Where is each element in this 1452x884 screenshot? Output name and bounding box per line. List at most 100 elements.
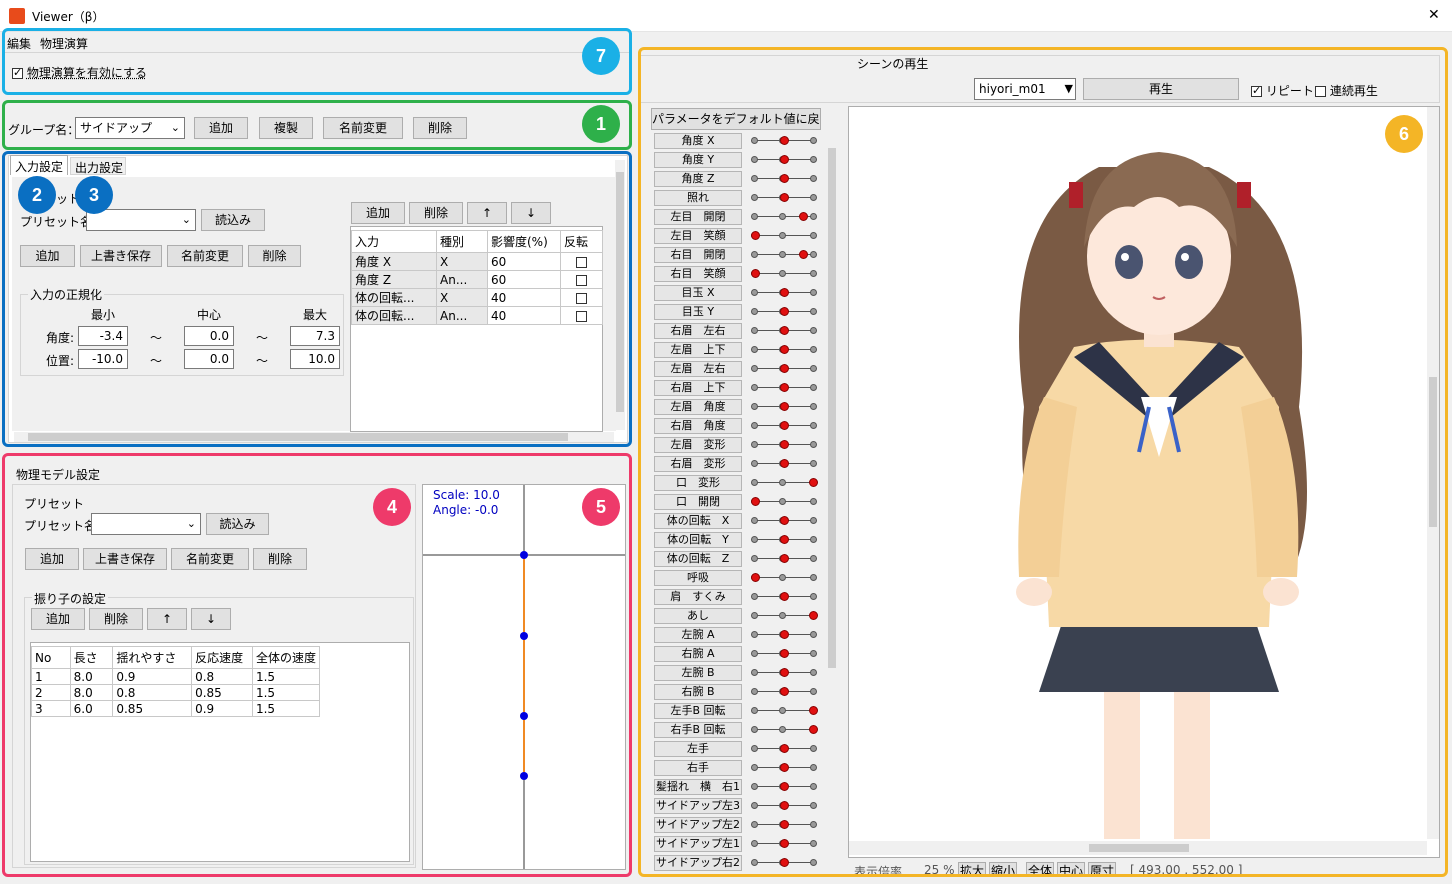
tab-output[interactable]: 出力設定 — [70, 157, 126, 175]
slider-knob[interactable] — [780, 535, 789, 544]
table-row[interactable]: 2 8.0 0.8 0.85 1.5 — [31, 684, 321, 701]
slider-knob[interactable] — [780, 649, 789, 658]
cell[interactable]: 3 — [31, 700, 71, 717]
slider-knob[interactable] — [780, 383, 789, 392]
param-slider[interactable] — [751, 817, 817, 833]
input-cell[interactable]: 角度 X — [351, 252, 437, 271]
param-slider[interactable] — [751, 570, 817, 586]
slider-knob[interactable] — [751, 573, 760, 582]
param-slider[interactable] — [751, 456, 817, 472]
cell[interactable]: 8.0 — [69, 684, 114, 701]
reset-params-button[interactable]: パラメータをデフォルト値に戻す — [651, 108, 821, 130]
group-rename-button[interactable]: 名前変更 — [323, 117, 403, 139]
slider-knob[interactable] — [809, 725, 818, 734]
param-slider[interactable] — [751, 646, 817, 662]
pendulum-delete-button[interactable]: 削除 — [89, 608, 143, 630]
slider-knob[interactable] — [780, 668, 789, 677]
param-slider[interactable] — [751, 209, 817, 225]
cell[interactable]: 0.9 — [191, 700, 253, 717]
group-select[interactable]: サイドアップ ⌄ — [75, 117, 185, 139]
checkbox-box[interactable] — [12, 66, 23, 79]
param-slider[interactable] — [751, 152, 817, 168]
param-slider[interactable] — [751, 589, 817, 605]
param-slider[interactable] — [751, 760, 817, 776]
slider-knob[interactable] — [799, 212, 808, 221]
slider-knob[interactable] — [780, 801, 789, 810]
influence-cell[interactable]: 60 — [487, 270, 561, 289]
input-preset-add-button[interactable]: 追加 — [20, 245, 75, 267]
cell[interactable]: 1.5 — [251, 684, 321, 701]
param-scroll-thumb[interactable] — [828, 148, 836, 668]
physics-preset-add-button[interactable]: 追加 — [25, 548, 79, 570]
cell[interactable]: 0.9 — [112, 668, 193, 685]
pendulum-down-button[interactable]: ↓ — [191, 608, 231, 630]
type-cell[interactable]: An... — [436, 306, 488, 325]
input-preset-overwrite-button[interactable]: 上書き保存 — [80, 245, 162, 267]
cell[interactable]: 1.5 — [251, 700, 321, 717]
viewport-hscroll-thumb[interactable] — [1089, 844, 1189, 852]
slider-knob[interactable] — [780, 592, 789, 601]
angle-max-field[interactable]: 7.3 — [290, 326, 340, 346]
actual-size-button[interactable]: 原寸 — [1088, 862, 1116, 876]
pendulum-preview[interactable]: Scale: 10.0 Angle: -0.0 — [422, 484, 626, 870]
param-slider[interactable] — [751, 627, 817, 643]
param-slider[interactable] — [751, 608, 818, 624]
menu-edit[interactable]: 編集 — [7, 35, 31, 52]
param-slider[interactable] — [751, 323, 817, 339]
table-row[interactable]: 体の回転... An... 40 — [351, 306, 603, 325]
slider-knob[interactable] — [780, 421, 789, 430]
fit-button[interactable]: 全体 — [1026, 862, 1054, 876]
physics-enable-checkbox[interactable]: 物理演算を有効にする — [12, 64, 147, 81]
cell[interactable]: 2 — [31, 684, 71, 701]
param-slider[interactable] — [751, 475, 818, 491]
invert-checkbox[interactable] — [576, 256, 587, 268]
tab-input[interactable]: 入力設定 — [10, 155, 68, 175]
cell[interactable]: 0.8 — [112, 684, 193, 701]
center-button[interactable]: 中心 — [1057, 862, 1085, 876]
invert-cell[interactable] — [560, 288, 603, 307]
param-slider[interactable] — [751, 247, 817, 263]
param-slider[interactable] — [751, 399, 817, 415]
invert-checkbox[interactable] — [576, 274, 587, 286]
slider-knob[interactable] — [780, 516, 789, 525]
param-slider[interactable] — [751, 703, 818, 719]
continuous-checkbox[interactable]: 連続再生 — [1315, 82, 1378, 99]
viewport-vscrollbar[interactable] — [1427, 107, 1439, 839]
type-cell[interactable]: X — [436, 252, 488, 271]
param-slider[interactable] — [751, 133, 817, 149]
position-min-field[interactable]: -10.0 — [78, 349, 128, 369]
input-panel-hscrollbar[interactable] — [14, 432, 614, 442]
param-slider[interactable] — [751, 513, 817, 529]
hscroll-thumb[interactable] — [28, 433, 568, 441]
slider-knob[interactable] — [751, 269, 760, 278]
slider-knob[interactable] — [799, 250, 808, 259]
vscroll-thumb[interactable] — [616, 172, 624, 412]
slider-knob[interactable] — [780, 459, 789, 468]
group-duplicate-button[interactable]: 複製 — [259, 117, 313, 139]
zoom-out-button[interactable]: 縮小 — [989, 862, 1017, 876]
physics-preset-delete-button[interactable]: 削除 — [253, 548, 307, 570]
slider-knob[interactable] — [780, 839, 789, 848]
slider-knob[interactable] — [780, 345, 789, 354]
slider-knob[interactable] — [780, 744, 789, 753]
slider-knob[interactable] — [780, 858, 789, 867]
influence-cell[interactable]: 60 — [487, 252, 561, 271]
input-cell[interactable]: 角度 Z — [351, 270, 437, 289]
input-preset-load-button[interactable]: 読込み — [201, 209, 265, 231]
input-panel-vscrollbar[interactable] — [615, 160, 625, 430]
cell[interactable]: 1.5 — [251, 668, 321, 685]
slider-knob[interactable] — [780, 687, 789, 696]
slider-knob[interactable] — [780, 193, 789, 202]
table-row[interactable]: 1 8.0 0.9 0.8 1.5 — [31, 668, 321, 685]
param-slider[interactable] — [751, 171, 817, 187]
param-slider[interactable] — [751, 228, 817, 244]
input-preset-select[interactable]: ⌄ — [86, 209, 196, 231]
group-add-button[interactable]: 追加 — [194, 117, 248, 139]
input-preset-rename-button[interactable]: 名前変更 — [167, 245, 243, 267]
pendulum-add-button[interactable]: 追加 — [31, 608, 85, 630]
viewport-vscroll-thumb[interactable] — [1429, 377, 1437, 527]
param-slider[interactable] — [751, 266, 817, 282]
slider-knob[interactable] — [809, 478, 818, 487]
table-row[interactable]: 角度 X X 60 — [351, 252, 603, 271]
input-table-add-button[interactable]: 追加 — [351, 202, 405, 224]
